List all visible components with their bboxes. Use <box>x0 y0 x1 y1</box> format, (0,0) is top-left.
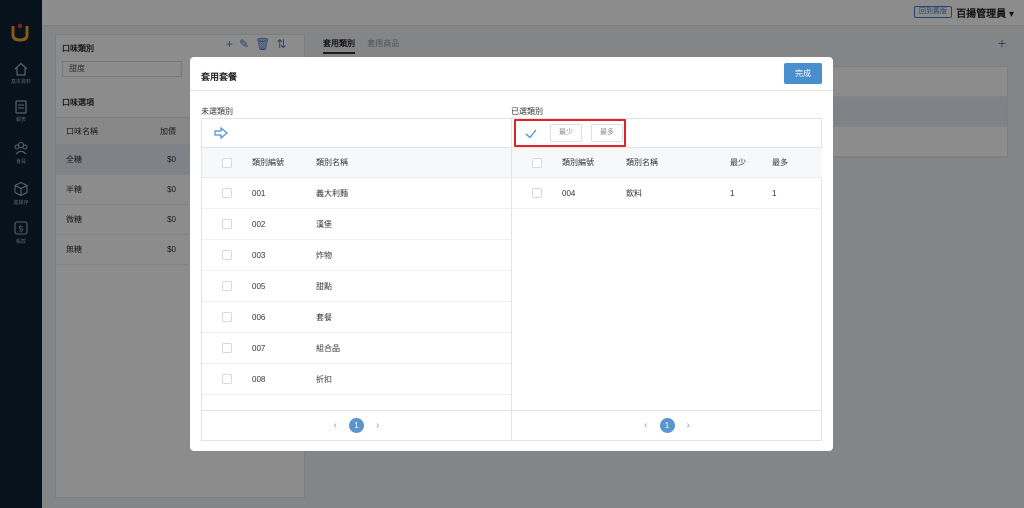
pagination: ‹ 1 › <box>202 410 511 440</box>
category-name: 飲料 <box>626 188 642 198</box>
table-row[interactable]: 005 甜點 <box>202 271 511 302</box>
min-value[interactable]: 1 <box>730 189 772 198</box>
table-header: 類別編號 類別名稱 最少 最多 <box>512 148 822 178</box>
column-header: 類別名稱 <box>316 158 348 167</box>
category-name: 折扣 <box>316 374 332 384</box>
set-min-button[interactable]: 最少 <box>550 124 582 142</box>
check-icon[interactable] <box>521 126 541 141</box>
category-name: 義大利麵 <box>316 188 348 198</box>
apply-combo-dialog: 套用套餐 完成 未選類別 已選類別 類別編號 類別名稱 001 義大利麵 002… <box>190 57 833 451</box>
column-header: 類別名稱 <box>626 158 658 167</box>
max-value[interactable]: 1 <box>772 189 812 198</box>
prev-page-icon[interactable]: ‹ <box>644 420 647 431</box>
dialog-title: 套用套餐 <box>201 72 238 82</box>
pane-toolbar: 最少 最多 <box>512 119 822 148</box>
table-row[interactable]: 002 漢堡 <box>202 209 511 240</box>
column-header: 類別編號 <box>562 158 594 167</box>
pane-toolbar <box>202 119 511 148</box>
table-row[interactable]: 008 折扣 <box>202 364 511 395</box>
category-code: 007 <box>252 343 266 353</box>
set-max-button[interactable]: 最多 <box>591 124 623 142</box>
row-checkbox[interactable] <box>222 374 232 384</box>
page-number[interactable]: 1 <box>349 418 364 433</box>
category-code: 006 <box>252 312 266 322</box>
row-checkbox[interactable] <box>222 188 232 198</box>
select-all-checkbox[interactable] <box>532 157 542 168</box>
next-page-icon[interactable]: › <box>376 420 379 431</box>
row-checkbox[interactable] <box>222 312 232 322</box>
page-number[interactable]: 1 <box>659 418 675 433</box>
column-header: 最多 <box>772 158 788 167</box>
row-checkbox[interactable] <box>222 250 232 260</box>
table-row[interactable]: 004 飲料 1 1 <box>512 178 822 209</box>
table-row[interactable]: 006 套餐 <box>202 302 511 333</box>
select-all-checkbox[interactable] <box>222 157 232 168</box>
category-code: 004 <box>562 188 576 198</box>
row-checkbox[interactable] <box>222 281 232 291</box>
category-code: 001 <box>252 188 266 198</box>
transfer-list: 類別編號 類別名稱 001 義大利麵 002 漢堡 003 炸物 005 甜點 … <box>201 118 822 441</box>
column-header: 類別編號 <box>252 158 284 167</box>
category-name: 套餐 <box>316 312 332 322</box>
selected-categories-label: 已選類別 <box>511 107 543 116</box>
table-row[interactable]: 001 義大利麵 <box>202 178 511 209</box>
row-checkbox[interactable] <box>222 219 232 229</box>
table-row[interactable]: 003 炸物 <box>202 240 511 271</box>
selected-pane: 最少 最多 類別編號 類別名稱 最少 最多 004 飲料 1 1 ‹ 1 › <box>512 119 822 440</box>
table-row[interactable]: 007 組合品 <box>202 333 511 364</box>
category-code: 003 <box>252 250 266 260</box>
category-code: 008 <box>252 374 266 384</box>
done-button[interactable]: 完成 <box>784 63 822 84</box>
category-name: 漢堡 <box>316 219 332 229</box>
prev-page-icon[interactable]: ‹ <box>334 420 337 431</box>
table-header: 類別編號 類別名稱 <box>202 148 511 178</box>
row-checkbox[interactable] <box>532 188 542 198</box>
next-page-icon[interactable]: › <box>687 420 690 431</box>
category-code: 005 <box>252 281 266 291</box>
row-checkbox[interactable] <box>222 343 232 353</box>
category-code: 002 <box>252 219 266 229</box>
pagination: ‹ 1 › <box>512 410 822 440</box>
divider <box>190 90 833 91</box>
move-right-icon[interactable] <box>214 127 228 139</box>
unselected-pane: 類別編號 類別名稱 001 義大利麵 002 漢堡 003 炸物 005 甜點 … <box>202 119 511 440</box>
category-name: 甜點 <box>316 281 332 291</box>
column-header: 最少 <box>730 158 746 167</box>
unselected-categories-label: 未選類別 <box>201 107 233 116</box>
category-name: 組合品 <box>316 343 340 353</box>
category-name: 炸物 <box>316 250 332 260</box>
